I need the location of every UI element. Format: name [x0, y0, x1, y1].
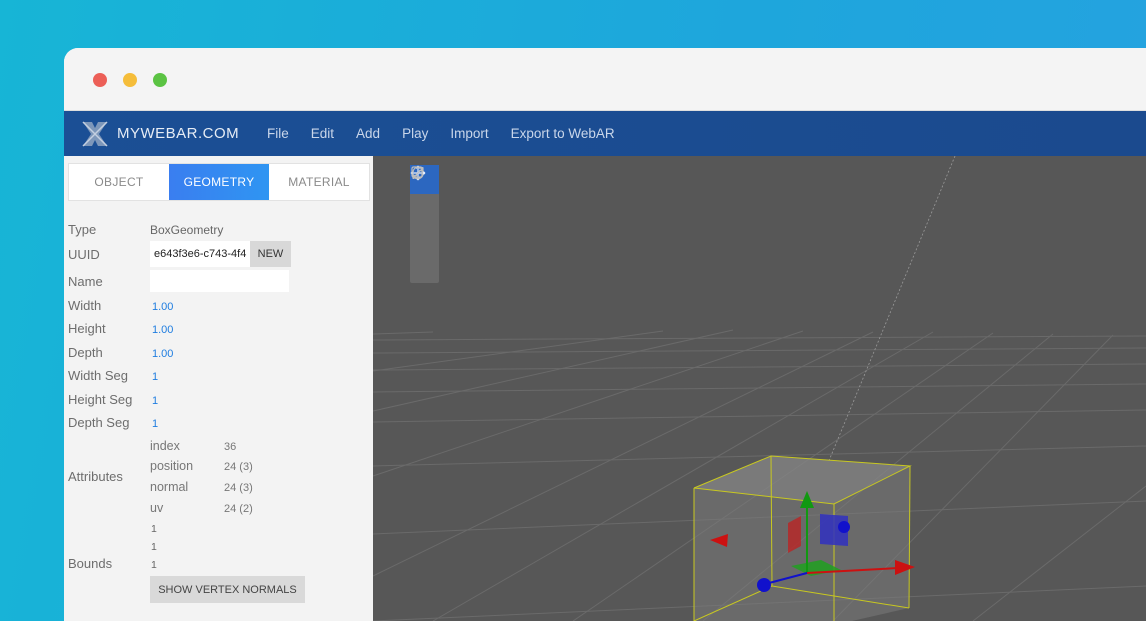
- app-window: MYWEBAR.COM File Edit Add Play Import Ex…: [64, 48, 1146, 621]
- panel-tabs: OBJECT GEOMETRY MATERIAL: [68, 163, 370, 201]
- depth-label: Depth: [68, 345, 103, 360]
- attribute-value: 36: [224, 441, 237, 453]
- width-seg-value[interactable]: 1: [152, 371, 158, 383]
- height-label: Height: [68, 321, 106, 336]
- tab-geometry[interactable]: GEOMETRY: [169, 164, 269, 200]
- close-window-button[interactable]: [93, 73, 107, 87]
- minimize-window-button[interactable]: [123, 73, 137, 87]
- menu-export-webar[interactable]: Export to WebAR: [511, 126, 615, 141]
- tab-object[interactable]: OBJECT: [69, 164, 169, 200]
- logo-icon: [82, 121, 108, 147]
- bounds-value: 1: [151, 559, 157, 571]
- scene-canvas[interactable]: [373, 156, 1146, 621]
- height-value[interactable]: 1.00: [152, 324, 173, 336]
- scale-tool-button[interactable]: [410, 167, 439, 252]
- attribute-name: index: [150, 439, 180, 453]
- transform-toolbar: [410, 165, 439, 283]
- width-seg-label: Width Seg: [68, 368, 128, 383]
- height-seg-label: Height Seg: [68, 392, 133, 407]
- bounds-value: 1: [151, 523, 157, 535]
- bounds-value: 1: [151, 541, 157, 553]
- uuid-label: UUID: [68, 247, 100, 262]
- depth-seg-label: Depth Seg: [68, 415, 130, 430]
- menu-edit[interactable]: Edit: [311, 126, 334, 141]
- attributes-label: Attributes: [68, 469, 123, 484]
- 3d-viewport[interactable]: [373, 156, 1146, 621]
- selected-box[interactable]: [693, 455, 915, 621]
- app-menubar: MYWEBAR.COM File Edit Add Play Import Ex…: [64, 111, 1146, 156]
- attribute-value: 24 (3): [224, 482, 253, 494]
- square-icon: [411, 166, 423, 178]
- local-space-toggle[interactable]: [410, 166, 439, 281]
- new-uuid-button[interactable]: NEW: [250, 241, 291, 267]
- window-titlebar: [64, 48, 1146, 111]
- type-label: Type: [68, 222, 97, 237]
- properties-panel: OBJECT GEOMETRY MATERIAL Type BoxGeometr…: [64, 156, 373, 621]
- main-menu: File Edit Add Play Import Export to WebA…: [267, 126, 637, 141]
- menu-file[interactable]: File: [267, 126, 289, 141]
- width-value[interactable]: 1.00: [152, 301, 173, 313]
- bounds-label: Bounds: [68, 556, 113, 571]
- depth-seg-value[interactable]: 1: [152, 418, 158, 430]
- maximize-window-button[interactable]: [153, 73, 167, 87]
- camera-line: [827, 156, 956, 464]
- menu-add[interactable]: Add: [356, 126, 380, 141]
- rotate-tool-button[interactable]: [410, 166, 439, 223]
- height-seg-value[interactable]: 1: [152, 395, 158, 407]
- name-field[interactable]: [150, 270, 289, 292]
- width-label: Width: [68, 298, 102, 313]
- uuid-field[interactable]: e643f3e6-c743-4f4: [150, 241, 250, 267]
- attribute-value: 24 (3): [224, 461, 253, 473]
- menu-import[interactable]: Import: [450, 126, 488, 141]
- attribute-name: position: [150, 459, 194, 473]
- brand-name: MYWEBAR.COM: [117, 125, 240, 142]
- attribute-value: 24 (2): [224, 503, 253, 515]
- tab-material[interactable]: MATERIAL: [269, 164, 369, 200]
- type-value: BoxGeometry: [150, 223, 224, 237]
- attribute-name: uv: [150, 501, 164, 515]
- attribute-name: normal: [150, 480, 189, 494]
- depth-value[interactable]: 1.00: [152, 348, 173, 360]
- menu-play[interactable]: Play: [402, 126, 428, 141]
- show-vertex-normals-button[interactable]: SHOW VERTEX NORMALS: [150, 576, 305, 603]
- name-label: Name: [68, 274, 103, 289]
